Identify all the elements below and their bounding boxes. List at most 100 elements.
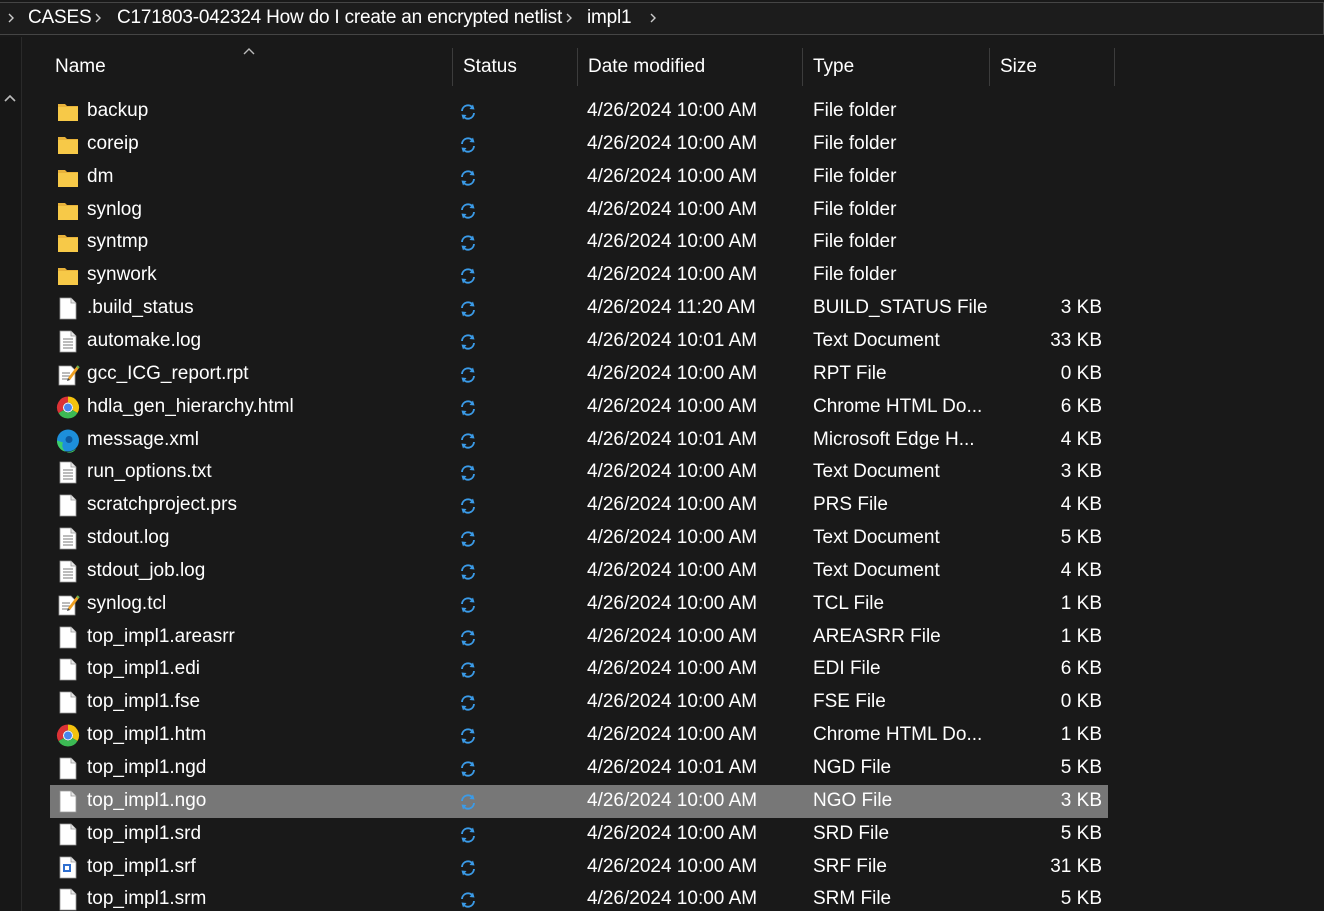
folder-icon (56, 99, 80, 124)
file-row[interactable]: gcc_ICG_report.rpt 4/26/2024 10:00 AM RPT … (50, 358, 1108, 391)
column-header-type[interactable]: Type (803, 46, 990, 88)
text-file-icon (56, 559, 80, 584)
column-header-size[interactable]: Size (990, 46, 1115, 88)
file-type: File folder (813, 133, 897, 154)
file-name[interactable]: syntmp (87, 231, 148, 253)
file-name[interactable]: dm (87, 166, 113, 188)
column-divider[interactable] (1114, 48, 1115, 86)
file-row[interactable]: top_impl1.srm 4/26/2024 10:00 AM SRM File 5… (50, 883, 1108, 911)
file-date-modified: 4/26/2024 11:20 AM (587, 297, 756, 318)
file-type: FSE File (813, 691, 886, 712)
file-row[interactable]: dm 4/26/2024 10:00 AM File folder (50, 161, 1108, 194)
column-header-name-label: Name (55, 56, 106, 77)
file-name[interactable]: stdout.log (87, 527, 169, 549)
file-row[interactable]: message.xml 4/26/2024 10:01 AM Microsoft E… (50, 424, 1108, 457)
file-type: NGO File (813, 790, 893, 811)
column-header-name[interactable]: Name (50, 46, 453, 88)
chevron-right-icon[interactable] (564, 13, 574, 23)
file-name[interactable]: top_impl1.htm (87, 724, 206, 746)
file-name[interactable]: top_impl1.srm (87, 888, 206, 910)
file-date-modified: 4/26/2024 10:01 AM (587, 330, 758, 351)
file-row[interactable]: top_impl1.ngo 4/26/2024 10:00 AM NGO File 3… (50, 785, 1108, 818)
file-row[interactable]: coreip 4/26/2024 10:00 AM File folder (50, 128, 1108, 161)
file-name[interactable]: top_impl1.srf (87, 856, 196, 878)
breadcrumb-impl1[interactable]: impl1 (587, 7, 632, 29)
file-name[interactable]: hdla_gen_hierarchy.html (87, 396, 294, 418)
navigation-pane-edge (0, 37, 22, 911)
edit-file-icon (56, 362, 80, 387)
file-row[interactable]: scratchproject.prs 4/26/2024 10:00 AM PRS … (50, 489, 1108, 522)
file-name[interactable]: synlog (87, 199, 142, 221)
file-name[interactable]: synwork (87, 264, 157, 286)
blank-file-icon (56, 887, 80, 911)
file-name[interactable]: coreip (87, 133, 139, 155)
file-type: SRF File (813, 856, 887, 877)
file-size: 5 KB (1060, 757, 1102, 778)
breadcrumb-case-folder[interactable]: C171803-042324 How do I create an encryp… (117, 7, 562, 29)
srf-file-icon (56, 855, 80, 880)
file-name[interactable]: top_impl1.areasrr (87, 626, 235, 648)
column-header-date[interactable]: Date modified (578, 46, 803, 88)
blank-file-icon (56, 822, 80, 847)
chevron-right-icon[interactable] (6, 13, 16, 23)
file-row[interactable]: automake.log 4/26/2024 10:01 AM Text Docum… (50, 325, 1108, 358)
file-row[interactable]: top_impl1.htm 4/26/2024 10:00 AM Chrome HT… (50, 719, 1108, 752)
file-row[interactable]: synlog 4/26/2024 10:00 AM File folder (50, 194, 1108, 227)
address-bar[interactable]: CASES C171803-042324 How do I create an … (0, 0, 1324, 37)
file-row[interactable]: .build_status 4/26/2024 11:20 AM BUILD_STA… (50, 292, 1108, 325)
file-name[interactable]: backup (87, 100, 148, 122)
sync-status-icon (459, 497, 477, 515)
file-row[interactable]: top_impl1.edi 4/26/2024 10:00 AM EDI File 6… (50, 653, 1108, 686)
chevron-right-icon[interactable] (648, 13, 658, 23)
column-header-status-label: Status (463, 56, 517, 77)
file-name[interactable]: top_impl1.edi (87, 658, 200, 680)
file-size: 5 KB (1060, 888, 1102, 909)
file-row[interactable]: synlog.tcl 4/26/2024 10:00 AM TCL File 1 KB (50, 588, 1108, 621)
file-type: TCL File (813, 593, 885, 614)
file-size: 6 KB (1060, 396, 1102, 417)
blank-file-icon (56, 756, 80, 781)
file-type: Chrome HTML Do... (813, 724, 983, 745)
file-row[interactable]: stdout_job.log 4/26/2024 10:00 AM Text Doc… (50, 555, 1108, 588)
sync-status-icon (459, 300, 477, 318)
file-row[interactable]: syntmp 4/26/2024 10:00 AM File folder (50, 226, 1108, 259)
sync-status-icon (459, 169, 477, 187)
chevron-right-icon[interactable] (93, 13, 103, 23)
sync-status-icon (459, 399, 477, 417)
file-date-modified: 4/26/2024 10:00 AM (587, 790, 758, 811)
file-name[interactable]: top_impl1.ngo (87, 790, 206, 812)
file-row[interactable]: top_impl1.fse 4/26/2024 10:00 AM FSE File 0… (50, 686, 1108, 719)
file-row[interactable]: run_options.txt 4/26/2024 10:00 AM Text Do… (50, 456, 1108, 489)
breadcrumb-cases[interactable]: CASES (28, 7, 92, 29)
sync-status-icon (459, 891, 477, 909)
file-name[interactable]: synlog.tcl (87, 593, 166, 615)
file-row[interactable]: top_impl1.srf 4/26/2024 10:00 AM SRF File 3… (50, 851, 1108, 884)
file-name[interactable]: scratchproject.prs (87, 494, 237, 516)
file-date-modified: 4/26/2024 10:01 AM (587, 429, 758, 450)
file-name[interactable]: .build_status (87, 297, 194, 319)
file-name[interactable]: message.xml (87, 429, 199, 451)
folder-icon (56, 230, 80, 255)
scroll-up-icon[interactable] (2, 92, 18, 104)
file-size: 0 KB (1060, 363, 1102, 384)
sync-status-icon (459, 267, 477, 285)
file-date-modified: 4/26/2024 10:00 AM (587, 626, 758, 647)
file-name[interactable]: automake.log (87, 330, 201, 352)
column-header-status[interactable]: Status (453, 46, 578, 88)
file-name[interactable]: stdout_job.log (87, 560, 205, 582)
file-row[interactable]: top_impl1.srd 4/26/2024 10:00 AM SRD File 5… (50, 818, 1108, 851)
file-row[interactable]: backup 4/26/2024 10:00 AM File folder (50, 95, 1108, 128)
file-name[interactable]: gcc_ICG_report.rpt (87, 363, 249, 385)
file-row[interactable]: top_impl1.ngd 4/26/2024 10:01 AM NGD File 5… (50, 752, 1108, 785)
file-name[interactable]: top_impl1.srd (87, 823, 201, 845)
file-row[interactable]: synwork 4/26/2024 10:00 AM File folder (50, 259, 1108, 292)
text-file-icon (56, 460, 80, 485)
file-row[interactable]: top_impl1.areasrr 4/26/2024 10:00 AM AREAS… (50, 621, 1108, 654)
file-name[interactable]: top_impl1.fse (87, 691, 200, 713)
file-row[interactable]: hdla_gen_hierarchy.html 4/26/2024 10:00 A… (50, 391, 1108, 424)
file-name[interactable]: run_options.txt (87, 461, 212, 483)
file-size: 4 KB (1060, 560, 1102, 581)
file-size: 1 KB (1060, 724, 1102, 745)
file-name[interactable]: top_impl1.ngd (87, 757, 206, 779)
file-row[interactable]: stdout.log 4/26/2024 10:00 AM Text Documen… (50, 522, 1108, 555)
